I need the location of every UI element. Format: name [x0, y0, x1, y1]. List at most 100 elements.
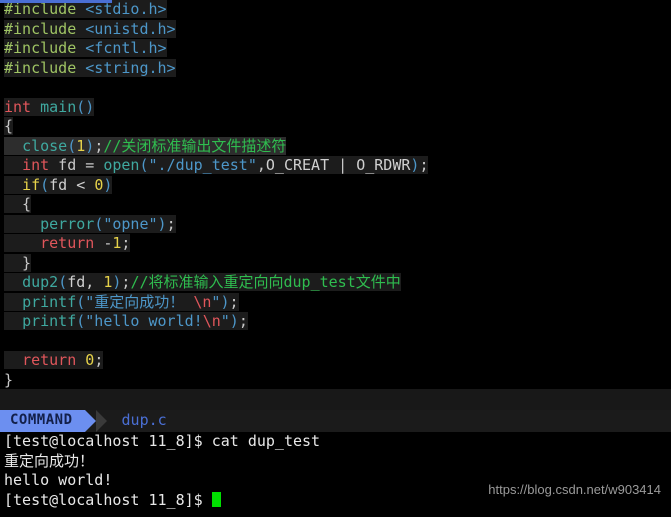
code-token: <fcntl.h> — [85, 39, 167, 57]
code-token: ( — [67, 136, 77, 155]
vim-editor-pane[interactable]: #include <stdio.h> #include <unistd.h> #in… — [0, 0, 671, 389]
code-token: ; — [166, 214, 176, 233]
statusline-chevron-icon — [95, 410, 118, 432]
code-token: int — [22, 156, 50, 174]
code-token: ( — [94, 214, 104, 233]
shell-line: 重定向成功！ — [4, 451, 95, 470]
shell-prompt-text: [test@localhost 11_8]$ — [4, 490, 212, 509]
code-line-text: { — [4, 195, 32, 213]
code-token: ( — [76, 312, 86, 330]
code-line-text: return -1; — [4, 234, 131, 252]
code-token: \n — [193, 292, 212, 311]
code-line[interactable]: printf("hello world!\n"); — [0, 312, 671, 332]
code-token: 0 — [94, 175, 104, 194]
vim-tabline-strip — [0, 0, 112, 3]
code-token: () — [76, 97, 95, 116]
code-token: ( — [76, 292, 86, 311]
code-line[interactable]: } — [0, 253, 671, 274]
code-line-text: #include <string.h> — [4, 58, 176, 77]
code-line[interactable]: close(1);//关闭标准输出文件描述符 — [0, 136, 671, 157]
code-line-text: if(fd < 0) — [4, 175, 113, 194]
code-line-text: close(1);//关闭标准输出文件描述符 — [4, 136, 287, 155]
code-line[interactable]: return 0; — [0, 351, 671, 371]
code-token: fd, — [67, 273, 104, 291]
code-token: <unistd.h> — [85, 19, 176, 38]
code-line-text: } — [4, 253, 32, 272]
code-token: "重定向成功！ — [85, 292, 194, 311]
terminal-screen: #include <stdio.h> #include <unistd.h> #in… — [0, 0, 671, 517]
code-token: ; — [94, 136, 104, 155]
code-line[interactable]: #include <fcntl.h> — [0, 39, 671, 59]
code-token: | — [329, 156, 357, 174]
code-token: fd = — [49, 156, 104, 174]
code-token: ) — [157, 214, 167, 233]
code-line[interactable]: #include <unistd.h> — [0, 19, 671, 40]
code-token: ( — [58, 273, 68, 291]
code-token: } — [4, 253, 32, 272]
code-line-text: return 0; — [4, 351, 104, 369]
code-token: ) — [85, 136, 95, 155]
code-token: ; — [94, 351, 104, 369]
code-token: ( — [139, 156, 149, 174]
code-token: 0 — [85, 351, 95, 369]
code-line[interactable]: int main() — [0, 97, 671, 118]
vim-mode-badge: COMMAND — [0, 410, 95, 432]
code-token: fd < — [49, 175, 95, 194]
code-token: open — [103, 156, 140, 174]
code-line[interactable]: printf("重定向成功！ \n"); — [0, 292, 671, 313]
code-token: } — [4, 370, 14, 389]
code-line[interactable]: int fd = open("./dup_test",O_CREAT | O_R… — [0, 156, 671, 176]
code-line-text: perror("opne"); — [4, 214, 176, 233]
terminal-cursor — [211, 491, 221, 507]
code-token: O_RDWR — [356, 156, 411, 174]
code-line[interactable]: { — [0, 117, 671, 137]
code-token: //关闭标准输出文件描述符 — [103, 136, 287, 155]
code-token: ( — [40, 175, 50, 194]
code-line[interactable]: #include <string.h> — [0, 58, 671, 79]
vim-statusline: COMMAND dup.c — [0, 410, 671, 432]
code-line[interactable]: } — [0, 370, 671, 389]
code-token: "./dup_test" — [148, 156, 257, 174]
code-token: dup2 — [22, 273, 59, 291]
code-line-text: printf("重定向成功！ \n"); — [4, 292, 239, 311]
code-line[interactable]: if(fd < 0) — [0, 175, 671, 196]
code-line[interactable] — [0, 332, 671, 352]
code-line-text: #include <fcntl.h> — [4, 39, 167, 57]
code-token: return — [40, 234, 95, 252]
code-line[interactable]: perror("opne"); — [0, 214, 671, 235]
code-token: ; — [229, 292, 239, 311]
code-token: ) — [103, 175, 113, 194]
code-line[interactable]: return -1; — [0, 234, 671, 254]
shell-output-pane[interactable]: [test@localhost 11_8]$ cat dup_test 重定向成功… — [0, 432, 671, 517]
code-token: - — [94, 234, 113, 252]
code-token: ; — [238, 312, 248, 330]
code-token: return — [22, 351, 77, 369]
code-line-text: #include <unistd.h> — [4, 19, 176, 38]
code-line[interactable]: dup2(fd, 1);//将标准输入重定向向dup_test文件中 — [0, 273, 671, 293]
code-line-text: { — [4, 117, 14, 135]
code-token: { — [4, 117, 14, 135]
code-line-text: dup2(fd, 1);//将标准输入重定向向dup_test文件中 — [4, 273, 401, 291]
code-line[interactable] — [0, 78, 671, 98]
code-token: printf — [22, 292, 77, 311]
code-token: "hello world! — [85, 312, 203, 330]
code-token: O_CREAT — [265, 156, 330, 174]
code-token: ) — [229, 312, 239, 330]
code-token: close — [22, 136, 68, 155]
render-artifact-block — [14, 370, 110, 389]
code-line[interactable]: { — [0, 195, 671, 215]
code-token: #include — [4, 19, 77, 38]
code-line-text: int main() — [4, 97, 95, 116]
watermark-url: https://blog.csdn.net/w903414 — [488, 481, 661, 497]
code-token: //将标准输入重定向向dup_test文件中 — [130, 273, 401, 291]
code-token: #include — [4, 58, 77, 77]
